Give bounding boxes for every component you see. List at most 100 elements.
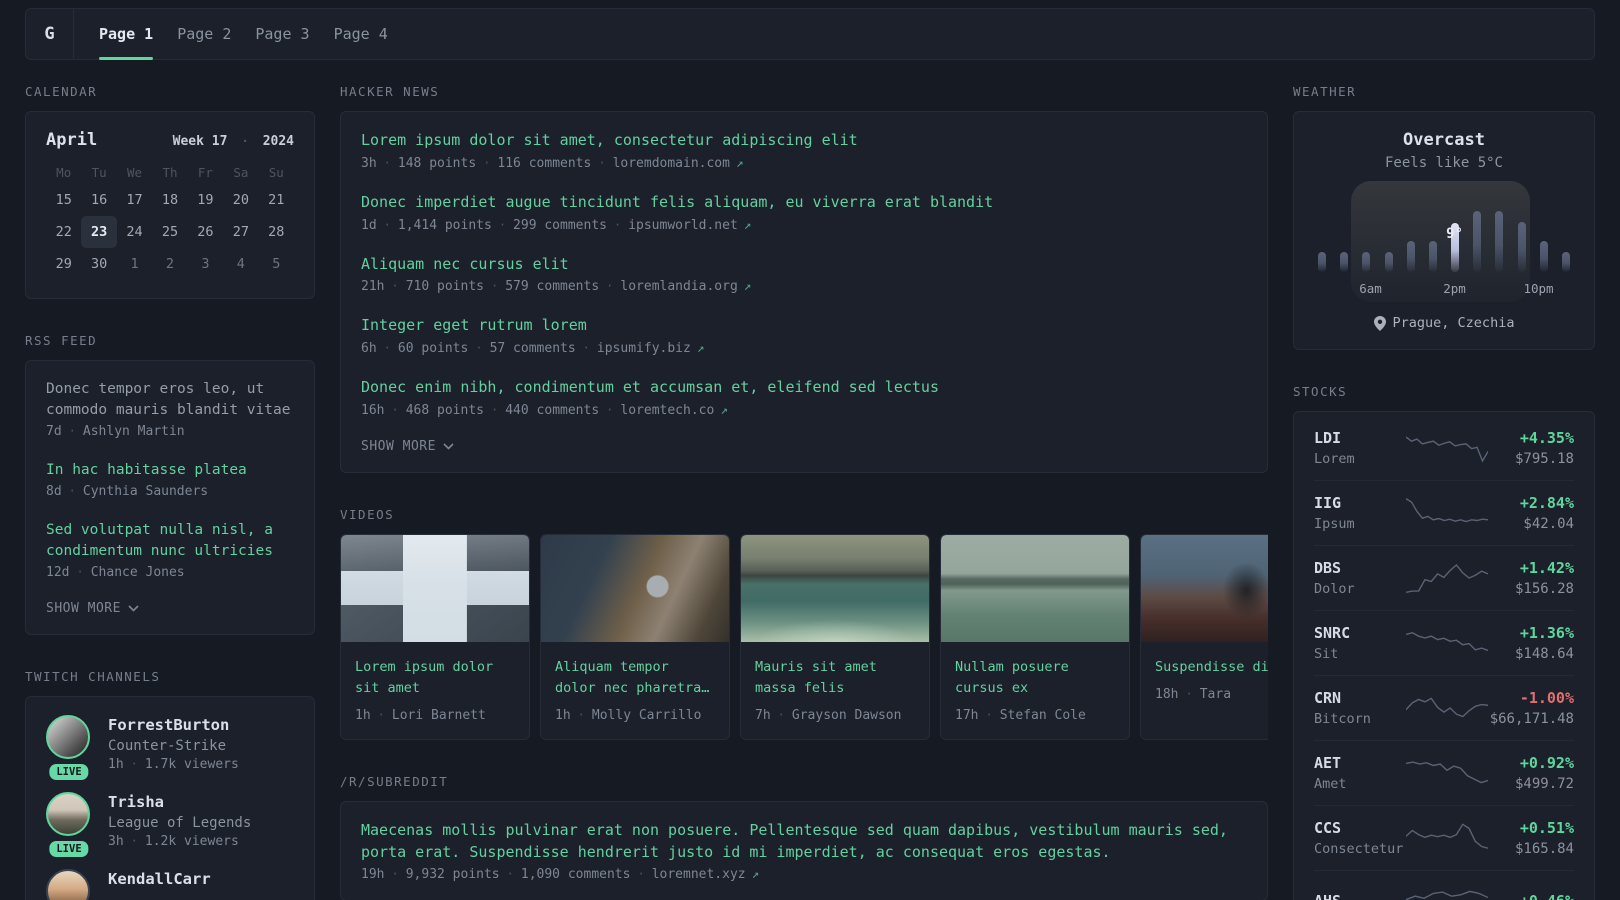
calendar-day: 27	[232, 224, 249, 240]
stock-row[interactable]: LDI Lorem +4.35% $795.18	[1314, 416, 1574, 480]
hn-item-domain[interactable]: loremlandia.org	[620, 279, 737, 294]
section-label-subreddit: /R/SUBREDDIT	[340, 773, 449, 789]
weather-bar	[1473, 211, 1482, 272]
hn-item-title[interactable]: Donec enim nibh, condimentum et accumsan…	[361, 377, 1247, 399]
stock-change: +1.36%	[1519, 624, 1574, 642]
stock-change: +2.84%	[1519, 494, 1574, 512]
hn-show-more-button[interactable]: SHOW MORE	[361, 439, 1247, 454]
hn-item-domain[interactable]: loremdomain.com	[613, 156, 730, 171]
hn-item-comments[interactable]: 579 comments	[505, 279, 599, 294]
section-label-stocks: STOCKS	[1293, 384, 1348, 399]
video-meta: 18h · Tara	[1155, 687, 1268, 702]
section-label-rss: RSS FEED	[25, 333, 98, 348]
stock-row[interactable]: AET Amet +0.92% $499.72	[1314, 740, 1574, 805]
stock-price: $148.64	[1514, 646, 1574, 662]
weather-location-text: Prague, Czechia	[1392, 315, 1515, 331]
video-card[interactable]: Mauris sit amet massa felis 7h · Grayson…	[740, 533, 930, 740]
calendar-week-year: Week 17 · 2024	[173, 134, 294, 149]
tab-page-3[interactable]: Page 3	[243, 9, 321, 59]
reddit-post-comments[interactable]: 1,090 comments	[521, 867, 631, 882]
separator-dot: ·	[606, 402, 614, 417]
video-card[interactable]: Nullam posuere cursus ex 17h · Stefan Co…	[940, 533, 1130, 740]
subreddit-card: Maecenas mollis pulvinar erat non posuer…	[340, 800, 1268, 900]
hn-item-meta: 21h · 710 points · 579 comments · loreml…	[361, 278, 1247, 294]
rss-show-more-button[interactable]: SHOW MORE	[46, 601, 294, 616]
separator-dot: ·	[1185, 686, 1193, 701]
reddit-post-domain[interactable]: loremnet.xyz	[652, 867, 746, 882]
hn-item: Donec imperdiet augue tincidunt felis al…	[361, 192, 1247, 233]
stock-name: Amet	[1314, 776, 1347, 792]
weather-condition: Overcast	[1403, 130, 1485, 150]
hn-item-title[interactable]: Integer eget rutrum lorem	[361, 315, 1247, 337]
hn-item-domain[interactable]: loremtech.co	[620, 403, 714, 418]
stock-row[interactable]: IIG Ipsum +2.84% $42.04	[1314, 480, 1574, 545]
video-thumbnail	[541, 534, 729, 642]
stock-row[interactable]: AHS +0.46%	[1314, 870, 1574, 900]
calendar-day: 30	[91, 256, 108, 272]
stock-row[interactable]: CRN Bitcorn -1.00% $66,171.48	[1314, 675, 1574, 740]
twitch-channel-row[interactable]: KendallCarr	[46, 869, 294, 900]
hn-item-comments[interactable]: 116 comments	[497, 156, 591, 171]
hn-item-meta: 6h · 60 points · 57 comments · ipsumify.…	[361, 340, 1247, 356]
external-link-icon: ↗	[743, 216, 752, 232]
twitch-channel-row[interactable]: LIVE Trisha League of Legends 3h · 1.2k …	[46, 792, 294, 858]
separator-dot: ·	[491, 402, 499, 417]
weather-hour-label: 10pm	[1523, 281, 1554, 296]
stock-price: $42.04	[1523, 516, 1574, 532]
reddit-post-title[interactable]: Maecenas mollis pulvinar erat non posuer…	[361, 820, 1247, 864]
video-card[interactable]: Aliquam tempor dolor nec pharetra… 1h · …	[540, 533, 730, 740]
hn-item-title[interactable]: Aliquam nec cursus elit	[361, 254, 1247, 276]
stock-name: Sit	[1314, 646, 1339, 662]
separator-dot: ·	[383, 155, 391, 170]
rss-item-title[interactable]: In hac habitasse platea	[46, 460, 294, 481]
tab-page-1[interactable]: Page 1	[87, 9, 165, 60]
weather-hour-labels: 6am 2pm 10pm	[1318, 281, 1570, 297]
video-card[interactable]: Lorem ipsum dolor sit amet consectetu… 1…	[340, 533, 530, 740]
hn-item-comments[interactable]: 57 comments	[490, 341, 576, 356]
separator-dot: ·	[613, 217, 622, 232]
weather-feels-like: Feels like 5°C	[1384, 155, 1503, 171]
stock-price: $156.28	[1514, 581, 1574, 597]
video-time: 1h	[555, 707, 571, 723]
stock-row[interactable]: SNRC Sit +1.36% $148.64	[1314, 610, 1574, 675]
rss-item-author: Chance Jones	[90, 565, 185, 581]
hn-item-title[interactable]: Donec imperdiet augue tincidunt felis al…	[361, 192, 1247, 214]
calendar-weekday: Sa	[233, 164, 249, 180]
tab-page-2[interactable]: Page 2	[165, 9, 243, 59]
app-logo[interactable]: G	[26, 9, 74, 59]
stock-price: $66,171.48	[1489, 711, 1574, 727]
external-link-icon: ↗	[696, 340, 705, 355]
twitch-channel-meta: 1h · 1.7k viewers	[108, 757, 239, 772]
rss-item-title[interactable]: Donec tempor eros leo, ut commodo mauris…	[46, 379, 294, 421]
hn-item-comments[interactable]: 440 comments	[505, 403, 599, 418]
stock-row[interactable]: CCS Consectetur +0.51% $165.84	[1314, 805, 1574, 870]
stock-row[interactable]: DBS Dolor +1.42% $156.28	[1314, 545, 1574, 610]
twitch-channel-row[interactable]: LIVE ForrestBurton Counter-Strike 1h · 1…	[46, 715, 294, 781]
rss-item-title[interactable]: Sed volutpat nulla nisl, a condimentum n…	[46, 520, 294, 562]
external-link-icon: ↗	[751, 866, 760, 882]
video-thumbnail	[941, 534, 1129, 642]
twitch-avatar	[46, 792, 90, 837]
weather-widget: WEATHER Overcast Feels like 5°C 9° 6am 2p…	[1293, 84, 1595, 350]
stock-symbol: IIG	[1314, 494, 1342, 512]
stocks-widget: STOCKS LDI Lorem +4.35% $795.18 IIG Ipsu…	[1293, 384, 1595, 900]
twitch-avatar	[46, 715, 90, 760]
stock-sparkline	[1406, 494, 1488, 532]
tab-page-4[interactable]: Page 4	[322, 9, 400, 59]
hn-item-points: 60 points	[397, 341, 469, 356]
live-badge: LIVE	[49, 764, 89, 781]
hn-item-domain[interactable]: ipsumify.biz	[597, 341, 691, 356]
video-card[interactable]: Suspendisse diam 18h · Tara	[1140, 533, 1268, 740]
hn-item-domain[interactable]: ipsumworld.net	[628, 218, 738, 233]
rss-item: In hac habitasse platea 8d · Cynthia Sau…	[46, 460, 294, 499]
stock-change: +0.46%	[1488, 892, 1574, 900]
stock-sparkline	[1406, 819, 1488, 857]
calendar-weekday: Fr	[197, 164, 213, 180]
hn-item-title[interactable]: Lorem ipsum dolor sit amet, consectetur …	[361, 130, 1247, 152]
weather-hour-label: 2pm	[1443, 281, 1466, 296]
separator-dot: ·	[76, 565, 84, 580]
hn-item-comments[interactable]: 299 comments	[513, 218, 607, 233]
separator-dot: ·	[637, 867, 645, 882]
stocks-card: LDI Lorem +4.35% $795.18 IIG Ipsum +2.84…	[1293, 411, 1595, 900]
video-thumbnail	[341, 534, 529, 642]
